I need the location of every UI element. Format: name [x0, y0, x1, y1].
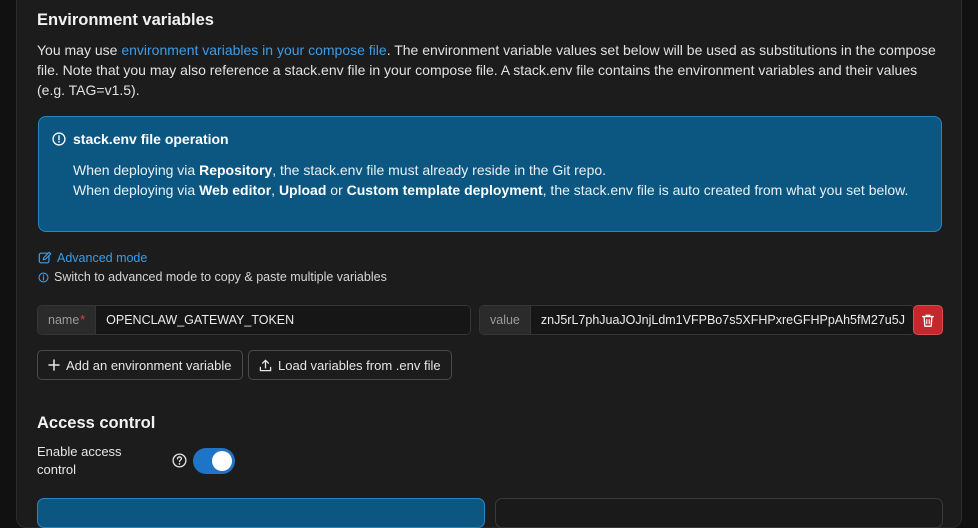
advanced-mode-hint: Switch to advanced mode to copy & paste …	[38, 270, 387, 284]
access-control-title: Access control	[37, 414, 156, 432]
access-option-card-selected[interactable]	[37, 498, 485, 528]
required-marker: *	[80, 313, 86, 327]
env-var-name-group: name * OPENCLAW_GATEWAY_TOKEN	[37, 305, 471, 335]
edit-icon	[38, 251, 52, 264]
access-option-card[interactable]	[495, 498, 943, 528]
stack-env-info-box: stack.env file operation When deploying …	[38, 116, 942, 232]
info-circle-icon	[52, 132, 66, 146]
add-env-var-button[interactable]: Add an environment variable	[37, 350, 243, 380]
upload-icon	[259, 359, 272, 371]
env-var-name-label: name *	[38, 306, 97, 334]
info-box-title: stack.env file operation	[73, 131, 229, 147]
advanced-mode-label: Advanced mode	[57, 251, 148, 265]
env-section-title: Environment variables	[37, 11, 214, 29]
env-description: You may use environment variables in you…	[37, 42, 936, 98]
env-var-value-group: value znJ5rL7phJuaJOJnjLdm1VFPBo7s5XFHPx…	[479, 305, 915, 335]
info-box-text: When deploying via Repository, the stack…	[73, 162, 909, 198]
plus-icon	[48, 359, 60, 371]
access-control-toggle[interactable]	[193, 448, 235, 474]
load-env-file-button[interactable]: Load variables from .env file	[248, 350, 452, 380]
advanced-mode-link[interactable]: Advanced mode	[38, 251, 147, 265]
env-var-value-label: value	[480, 306, 531, 334]
env-var-name-input[interactable]: OPENCLAW_GATEWAY_TOKEN	[96, 306, 470, 334]
enable-access-control-label: Enable access control	[37, 444, 122, 477]
question-circle-icon[interactable]	[172, 453, 187, 468]
trash-icon	[922, 314, 934, 327]
toggle-knob	[212, 451, 232, 471]
env-docs-link[interactable]: environment variables in your compose fi…	[121, 42, 386, 58]
delete-variable-button[interactable]	[913, 305, 943, 335]
info-circle-icon	[38, 271, 49, 283]
env-var-value-input[interactable]: znJ5rL7phJuaJOJnjLdm1VFPBo7s5XFHPxreGFHP…	[530, 306, 914, 334]
